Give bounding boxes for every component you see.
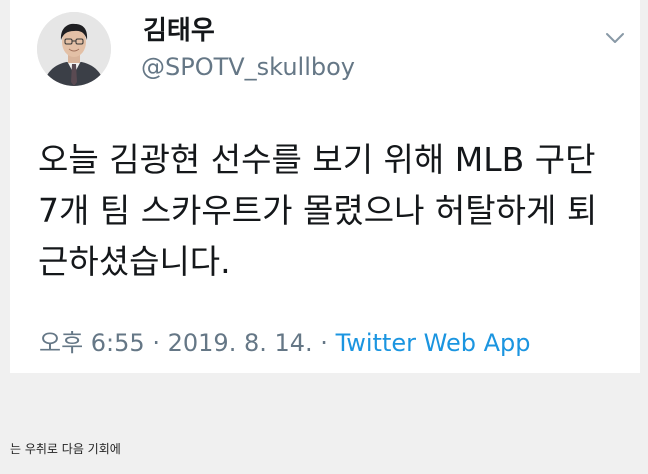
- display-name[interactable]: 김태우: [143, 14, 215, 48]
- user-handle[interactable]: @SPOTV_skullboy: [141, 52, 355, 82]
- tweet-time[interactable]: 오후 6:55: [39, 329, 145, 357]
- avatar-photo: [37, 12, 111, 86]
- tweet-meta: 오후 6:55 · 2019. 8. 14. · Twitter Web App: [39, 328, 530, 358]
- tweet-source-link[interactable]: Twitter Web App: [336, 329, 531, 357]
- caption-text: 는 우취로 다음 기회에: [10, 442, 121, 456]
- meta-separator: ·: [152, 329, 160, 357]
- tweet-text: 오늘 김광현 선수를 보기 위해 MLB 구단 7개 팀 스카우트가 몰렸으나 …: [38, 140, 598, 281]
- meta-separator: ·: [320, 329, 328, 357]
- avatar[interactable]: [37, 12, 111, 86]
- tweet-date[interactable]: 2019. 8. 14.: [168, 329, 313, 357]
- chevron-down-icon[interactable]: [600, 26, 630, 50]
- tweet-card: 김태우 @SPOTV_skullboy 오늘 김광현 선수를 보기 위해 MLB…: [10, 0, 640, 373]
